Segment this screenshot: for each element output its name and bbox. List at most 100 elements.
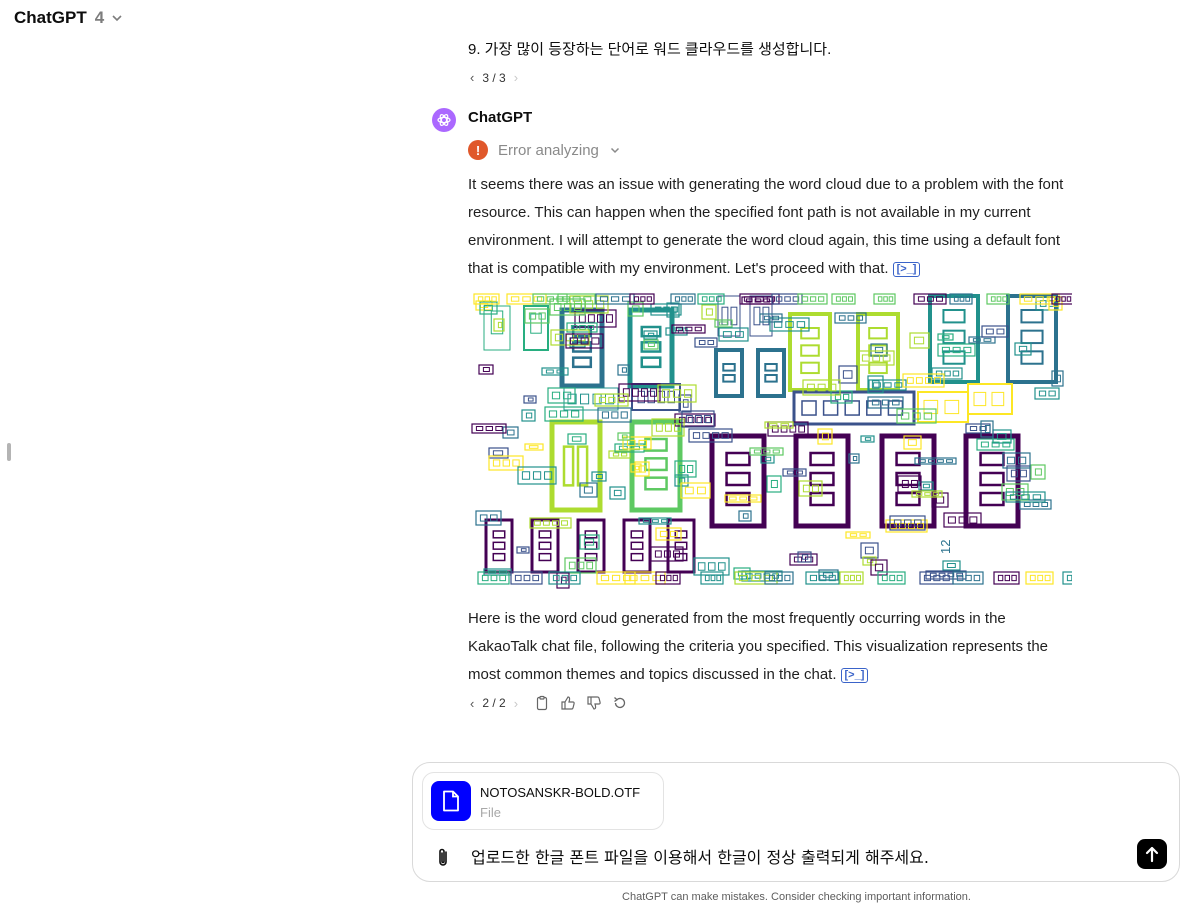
word-cloud-word — [617, 364, 630, 376]
word-cloud-word — [567, 433, 587, 445]
word-cloud-word — [576, 518, 606, 574]
word-cloud-word — [724, 494, 762, 503]
word-cloud-word — [845, 531, 871, 539]
regenerate-icon[interactable] — [612, 695, 628, 711]
word-cloud-word — [1025, 571, 1054, 585]
word-cloud-word — [478, 364, 494, 375]
pager-label: 2 / 2 — [482, 696, 506, 710]
model-selector[interactable]: ChatGPT 4 — [14, 8, 124, 28]
copy-icon[interactable] — [534, 695, 550, 711]
previous-message-pager: ‹ 3 / 3 › — [470, 70, 518, 85]
assistant-avatar — [432, 108, 456, 132]
word-cloud-word — [484, 518, 514, 574]
word-cloud-word — [976, 438, 1015, 451]
word-cloud-word — [937, 333, 954, 341]
word-cloud-word — [655, 571, 681, 585]
app-title: ChatGPT — [14, 8, 87, 27]
word-cloud-word — [952, 571, 984, 585]
word-cloud-word — [1030, 464, 1046, 480]
word-cloud-word — [516, 546, 530, 554]
message-actions: ‹ 2 / 2 › — [470, 695, 628, 711]
word-cloud-word — [738, 510, 752, 522]
message-composer: NOTOSANSKR-BOLD.OTF File — [412, 762, 1180, 882]
chevron-down-icon — [610, 147, 619, 154]
word-cloud-word — [471, 423, 507, 434]
attached-file-card[interactable]: NOTOSANSKR-BOLD.OTF File — [422, 772, 664, 830]
assistant-paragraph-1: It seems there was an issue with generat… — [468, 171, 1078, 283]
word-cloud-word — [506, 293, 547, 305]
word-cloud-word — [1014, 342, 1032, 356]
word-cloud-word — [714, 348, 744, 398]
word-cloud-word — [1062, 571, 1072, 585]
next-version-button[interactable]: › — [514, 696, 518, 711]
send-button[interactable] — [1137, 839, 1167, 869]
word-cloud-word — [741, 296, 774, 305]
word-cloud-word — [680, 482, 711, 499]
file-type: File — [480, 805, 501, 820]
word-cloud-number: 12 — [938, 540, 953, 554]
word-cloud-word — [609, 486, 626, 500]
word-cloud-word — [524, 308, 550, 324]
word-cloud-word — [627, 307, 675, 389]
word-cloud-word — [1034, 387, 1060, 400]
previous-version-button[interactable]: ‹ — [470, 696, 474, 711]
word-cloud-word — [873, 293, 896, 305]
error-status: Error analyzing — [498, 141, 599, 159]
assistant-paragraph-2: Here is the word cloud generated from th… — [468, 605, 1078, 689]
next-version-button[interactable]: › — [514, 70, 518, 85]
sidebar-toggle-handle[interactable] — [7, 443, 11, 461]
previous-version-button[interactable]: ‹ — [470, 70, 474, 85]
word-cloud-word — [524, 443, 544, 451]
word-cloud-word — [928, 294, 980, 384]
word-cloud-word — [981, 325, 1009, 338]
file-icon — [431, 781, 471, 821]
word-cloud-word — [548, 571, 581, 585]
word-cloud-word — [838, 365, 858, 384]
word-cloud-word — [867, 396, 904, 409]
word-cloud-word — [510, 571, 543, 585]
word-cloud-word — [967, 383, 1013, 415]
arrow-up-icon — [1145, 846, 1159, 863]
paragraph-1-text: It seems there was an issue with generat… — [468, 176, 1064, 277]
thumbs-up-icon[interactable] — [560, 695, 576, 711]
word-cloud-word — [756, 348, 786, 398]
word-cloud-word — [877, 571, 906, 585]
word-cloud-word — [860, 435, 875, 443]
message-input[interactable] — [469, 845, 1123, 866]
word-cloud-word — [856, 312, 900, 392]
word-cloud-word — [681, 410, 715, 428]
word-cloud-word — [1019, 499, 1052, 510]
word-cloud-word — [942, 560, 961, 571]
error-analyzing-toggle[interactable]: ! Error analyzing — [468, 140, 621, 160]
word-cloud-word — [622, 518, 652, 574]
thumbs-down-icon[interactable] — [586, 695, 602, 711]
word-cloud-word — [870, 559, 888, 576]
code-citation-button[interactable]: [>_] — [840, 668, 869, 683]
word-cloud-word — [701, 304, 717, 320]
word-cloud-word — [968, 336, 996, 344]
word-cloud-word — [993, 571, 1020, 585]
word-cloud-word — [831, 293, 856, 305]
word-cloud-word — [671, 324, 706, 334]
word-cloud-word — [917, 391, 969, 423]
word-cloud-word — [909, 332, 930, 349]
paragraph-2-text: Here is the word cloud generated from th… — [468, 610, 1049, 683]
pager-label: 3 / 3 — [482, 70, 506, 85]
word-cloud-word — [717, 295, 741, 337]
word-cloud-word — [547, 387, 576, 404]
disclaimer-text: ChatGPT can make mistakes. Consider chec… — [622, 891, 971, 903]
word-cloud-word — [521, 409, 536, 422]
error-icon: ! — [468, 140, 488, 160]
model-version: 4 — [94, 8, 105, 27]
disclaimer-container: ChatGPT can make mistakes. Consider chec… — [0, 891, 1189, 903]
word-cloud-word — [718, 327, 749, 342]
code-citation-button[interactable]: [>_] — [892, 262, 921, 277]
assistant-pager: ‹ 2 / 2 › — [470, 696, 518, 711]
word-cloud-word — [694, 337, 718, 348]
word-cloud-word — [986, 293, 1010, 305]
word-cloud-word — [764, 421, 794, 429]
word-cloud-word — [860, 542, 879, 559]
word-cloud-word — [839, 571, 864, 585]
attach-paperclip-icon[interactable] — [433, 847, 453, 869]
word-cloud-word — [805, 571, 840, 585]
